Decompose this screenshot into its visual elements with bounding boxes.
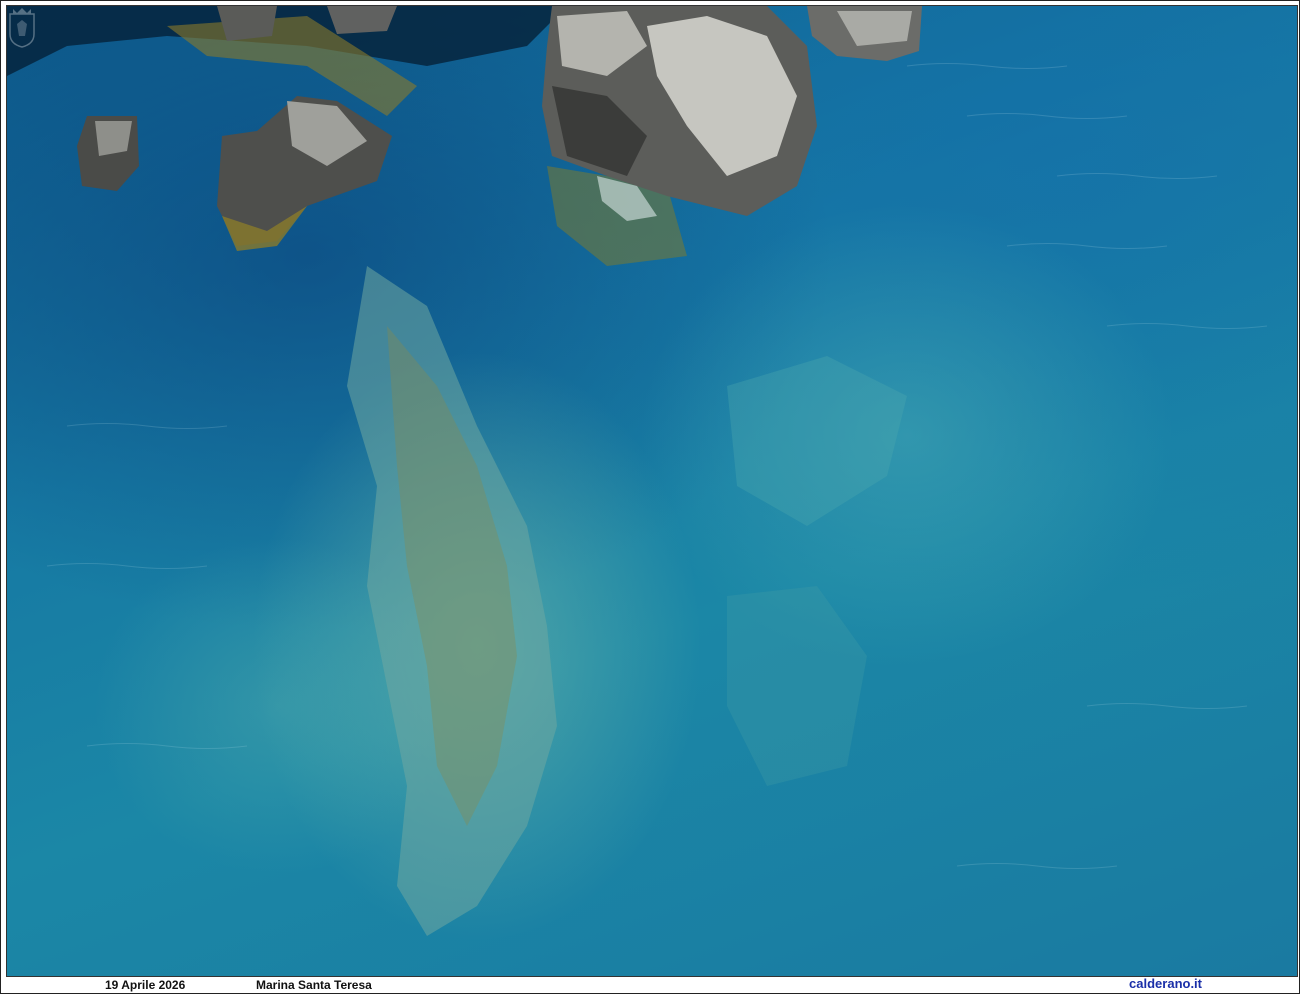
photo-frame: 19 Aprile 2026 Marina Santa Teresa calde… (0, 0, 1300, 994)
submerged-reef-right (727, 356, 907, 526)
aerial-photo (6, 5, 1298, 977)
crest-icon (9, 8, 35, 48)
caption-site-link[interactable]: calderano.it (1129, 977, 1202, 991)
photo-scene (7, 6, 1268, 936)
top-rock-2 (327, 6, 397, 34)
caption-place: Marina Santa Teresa (256, 978, 372, 992)
submerged-reef-lower-right (727, 586, 867, 786)
caption-bar: 19 Aprile 2026 Marina Santa Teresa calde… (6, 977, 1296, 993)
caption-date: 19 Aprile 2026 (105, 978, 186, 992)
top-rock (217, 6, 277, 41)
left-rock-1-highlight (95, 121, 132, 156)
